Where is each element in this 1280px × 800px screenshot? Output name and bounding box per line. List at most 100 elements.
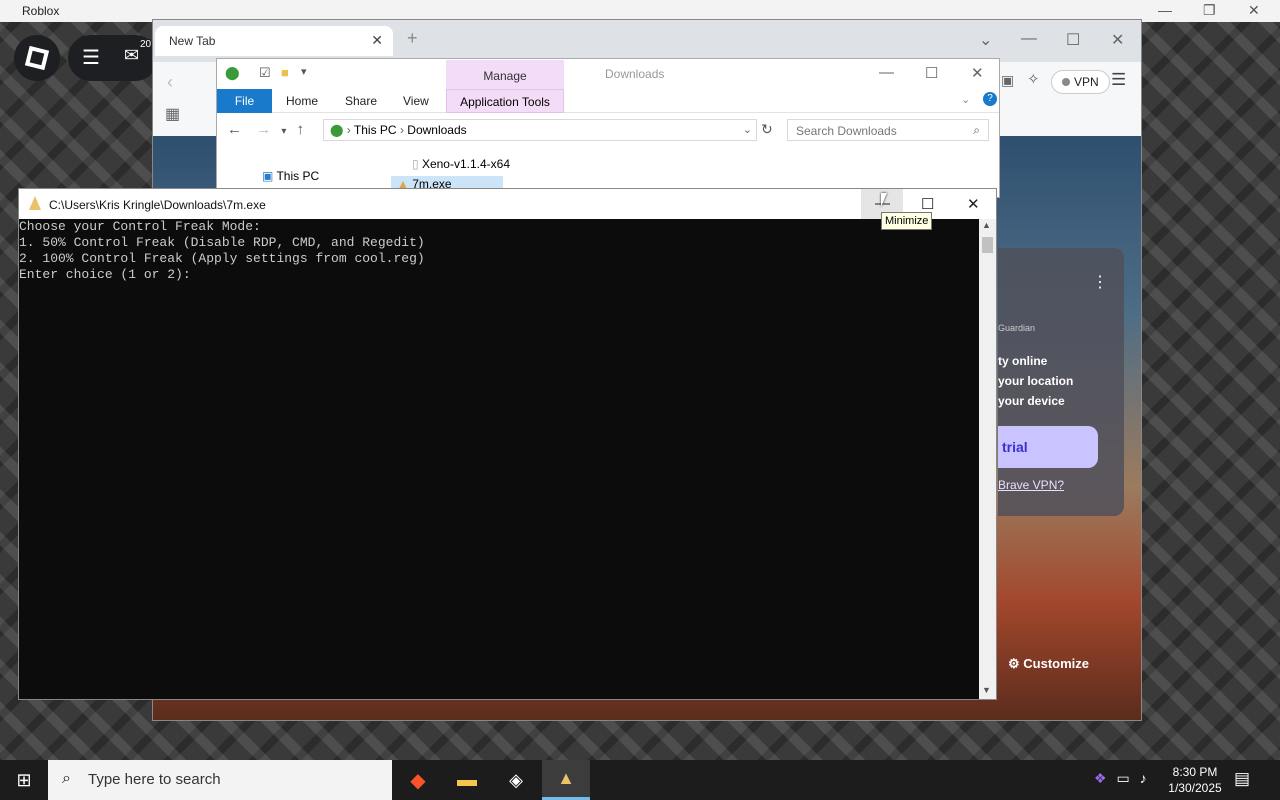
- clock-time: 8:30 PM: [1172, 765, 1218, 779]
- console-titlebar: C:\Users\Kris Kringle\Downloads\7m.exe: [19, 189, 996, 219]
- roblox-menu-group: ☰ ✉ 20: [68, 35, 158, 81]
- taskbar-roblox[interactable]: ◈: [492, 760, 540, 800]
- roblox-icon: ◈: [509, 769, 523, 790]
- taskbar: ⊞ ⌕ Type here to search ◆ ▬ ◈ ▲ ❖ ▭ ♪ 8:…: [0, 760, 1280, 800]
- browser-maximize-icon[interactable]: ☐: [1066, 30, 1080, 50]
- explorer-close-icon[interactable]: ✕: [971, 64, 984, 82]
- network-icon[interactable]: ▭: [1116, 770, 1129, 786]
- chat-badge: 20: [140, 39, 152, 50]
- search-downloads-input[interactable]: Search Downloads ⌕: [787, 119, 989, 141]
- vpn-button[interactable]: VPN: [1051, 70, 1110, 94]
- ribbon-tab-home[interactable]: Home: [286, 94, 318, 108]
- taskbar-brave[interactable]: ◆: [394, 760, 442, 800]
- customize-label: Customize: [1023, 656, 1090, 671]
- search-placeholder: Search Downloads: [796, 124, 897, 138]
- vpn-status-icon: [1062, 78, 1070, 86]
- nav-item-this-pc[interactable]: ▣ This PC: [262, 169, 319, 183]
- clock-date: 1/30/2025: [1168, 781, 1222, 795]
- scrollbar-thumb[interactable]: [982, 237, 993, 253]
- help-icon[interactable]: ?: [983, 92, 997, 106]
- app-tray-icon[interactable]: ❖: [1094, 770, 1107, 786]
- console-output[interactable]: Choose your Control Freak Mode: 1. 50% Co…: [19, 219, 979, 699]
- vpn-trial-button[interactable]: trial: [998, 426, 1098, 468]
- address-dropdown-icon[interactable]: ⌄: [743, 123, 752, 136]
- more-options-icon[interactable]: ⋮: [1092, 272, 1108, 292]
- console-title: C:\Users\Kris Kringle\Downloads\7m.exe: [49, 198, 266, 212]
- recent-dropdown-icon[interactable]: ▾: [281, 126, 286, 137]
- scroll-down-icon[interactable]: ▼: [982, 685, 991, 695]
- taskbar-search-placeholder: Type here to search: [88, 771, 221, 788]
- console-scrollbar[interactable]: ▲ ▼: [979, 219, 996, 699]
- minimize-tooltip: Minimize: [881, 212, 933, 230]
- vpn-feature-2: your location: [998, 374, 1074, 388]
- quick-access-dropdown-icon[interactable]: ▾: [301, 65, 307, 78]
- tab-title: New Tab: [169, 34, 216, 48]
- address-bar[interactable]: ⬤ › This PC › Downloads ⌄: [323, 119, 757, 141]
- tab-list-icon[interactable]: ⌄: [979, 30, 992, 50]
- file-row[interactable]: ▯ Xeno-v1.1.4-x64: [412, 157, 510, 171]
- file-explorer-window: ⬤ ☑ ■ ▾ Manage Downloads — ☐ ✕ File Home…: [216, 58, 1000, 198]
- browser-minimize-icon[interactable]: —: [1021, 30, 1037, 48]
- back-arrow-icon[interactable]: ←: [227, 121, 242, 138]
- search-icon: ⌕: [62, 770, 71, 787]
- taskbar-file-explorer[interactable]: ▬: [443, 760, 491, 800]
- close-tab-icon[interactable]: ✕: [371, 32, 383, 49]
- notification-icon[interactable]: ▤: [1234, 769, 1250, 789]
- forward-arrow-icon[interactable]: →: [256, 121, 271, 138]
- start-button[interactable]: ⊞: [0, 760, 48, 800]
- vpn-promo-card: ⋮ Guardian ty online your location your …: [998, 248, 1124, 516]
- exe-icon: ▲: [557, 768, 575, 788]
- hamburger-icon[interactable]: ☰: [82, 45, 100, 70]
- apps-grid-icon[interactable]: ▦: [165, 104, 180, 124]
- manage-context-tab[interactable]: Manage: [446, 60, 564, 90]
- leo-ai-icon[interactable]: ✧: [1027, 70, 1040, 88]
- taskbar-console[interactable]: ▲: [542, 760, 590, 800]
- new-tab-icon[interactable]: +: [407, 28, 418, 49]
- pc-icon: ⬤: [330, 123, 344, 137]
- explorer-minimize-icon[interactable]: —: [879, 64, 894, 81]
- roblox-logo-button[interactable]: [14, 35, 60, 81]
- system-tray: ❖ ▭ ♪: [1094, 770, 1147, 787]
- taskbar-search[interactable]: ⌕ Type here to search: [48, 760, 392, 800]
- console-maximize-icon[interactable]: ☐: [921, 195, 934, 213]
- roblox-minimize-icon[interactable]: —: [1158, 2, 1172, 18]
- roblox-logo-icon: [24, 45, 50, 71]
- wallet-icon[interactable]: ▣: [1001, 72, 1014, 89]
- roblox-restore-icon[interactable]: ❐: [1203, 2, 1216, 19]
- ribbon-tabs: [217, 89, 999, 113]
- browser-close-icon[interactable]: ✕: [1111, 30, 1124, 50]
- taskbar-clock[interactable]: 8:30 PM 1/30/2025: [1163, 764, 1227, 796]
- properties-icon[interactable]: ☑: [259, 65, 271, 81]
- roblox-titlebar: Roblox — ❐ ✕: [0, 0, 1280, 22]
- app-icon: ⬤: [225, 65, 240, 80]
- refresh-icon[interactable]: ↻: [761, 121, 773, 138]
- up-arrow-icon[interactable]: ↑: [297, 121, 305, 138]
- volume-icon[interactable]: ♪: [1140, 770, 1147, 786]
- nav-buttons: ← → ▾ ↑: [227, 121, 304, 138]
- vpn-feature-1: ty online: [998, 354, 1048, 368]
- ribbon-tab-share[interactable]: Share: [345, 94, 377, 108]
- console-close-icon[interactable]: ✕: [967, 195, 980, 213]
- ribbon-tab-file[interactable]: File: [217, 89, 272, 113]
- explorer-maximize-icon[interactable]: ☐: [925, 64, 938, 82]
- customize-button[interactable]: ⚙ Customize: [1008, 656, 1089, 672]
- explorer-title: Downloads: [605, 67, 665, 81]
- ribbon-tab-view[interactable]: View: [403, 94, 429, 108]
- roblox-close-icon[interactable]: ✕: [1248, 2, 1260, 19]
- breadcrumb-downloads[interactable]: Downloads: [407, 123, 466, 137]
- roblox-title: Roblox: [22, 4, 60, 18]
- customize-icon: ⚙: [1008, 656, 1024, 671]
- scroll-up-icon[interactable]: ▲: [982, 220, 991, 230]
- nav-item-label: This PC: [276, 169, 320, 183]
- expand-ribbon-icon[interactable]: ⌄: [961, 93, 970, 106]
- ribbon-tab-application-tools[interactable]: Application Tools: [446, 89, 564, 113]
- chat-icon[interactable]: ✉: [124, 45, 139, 66]
- browser-tab[interactable]: New Tab ✕: [155, 26, 393, 56]
- vpn-label: VPN: [1074, 75, 1099, 89]
- breadcrumb-this-pc[interactable]: This PC: [354, 123, 397, 137]
- new-folder-icon[interactable]: ■: [281, 65, 289, 80]
- browser-menu-icon[interactable]: ☰: [1111, 70, 1126, 90]
- back-icon[interactable]: ‹: [167, 72, 173, 93]
- file-icon: ▯: [412, 157, 422, 171]
- vpn-learn-link[interactable]: Brave VPN?: [998, 478, 1064, 492]
